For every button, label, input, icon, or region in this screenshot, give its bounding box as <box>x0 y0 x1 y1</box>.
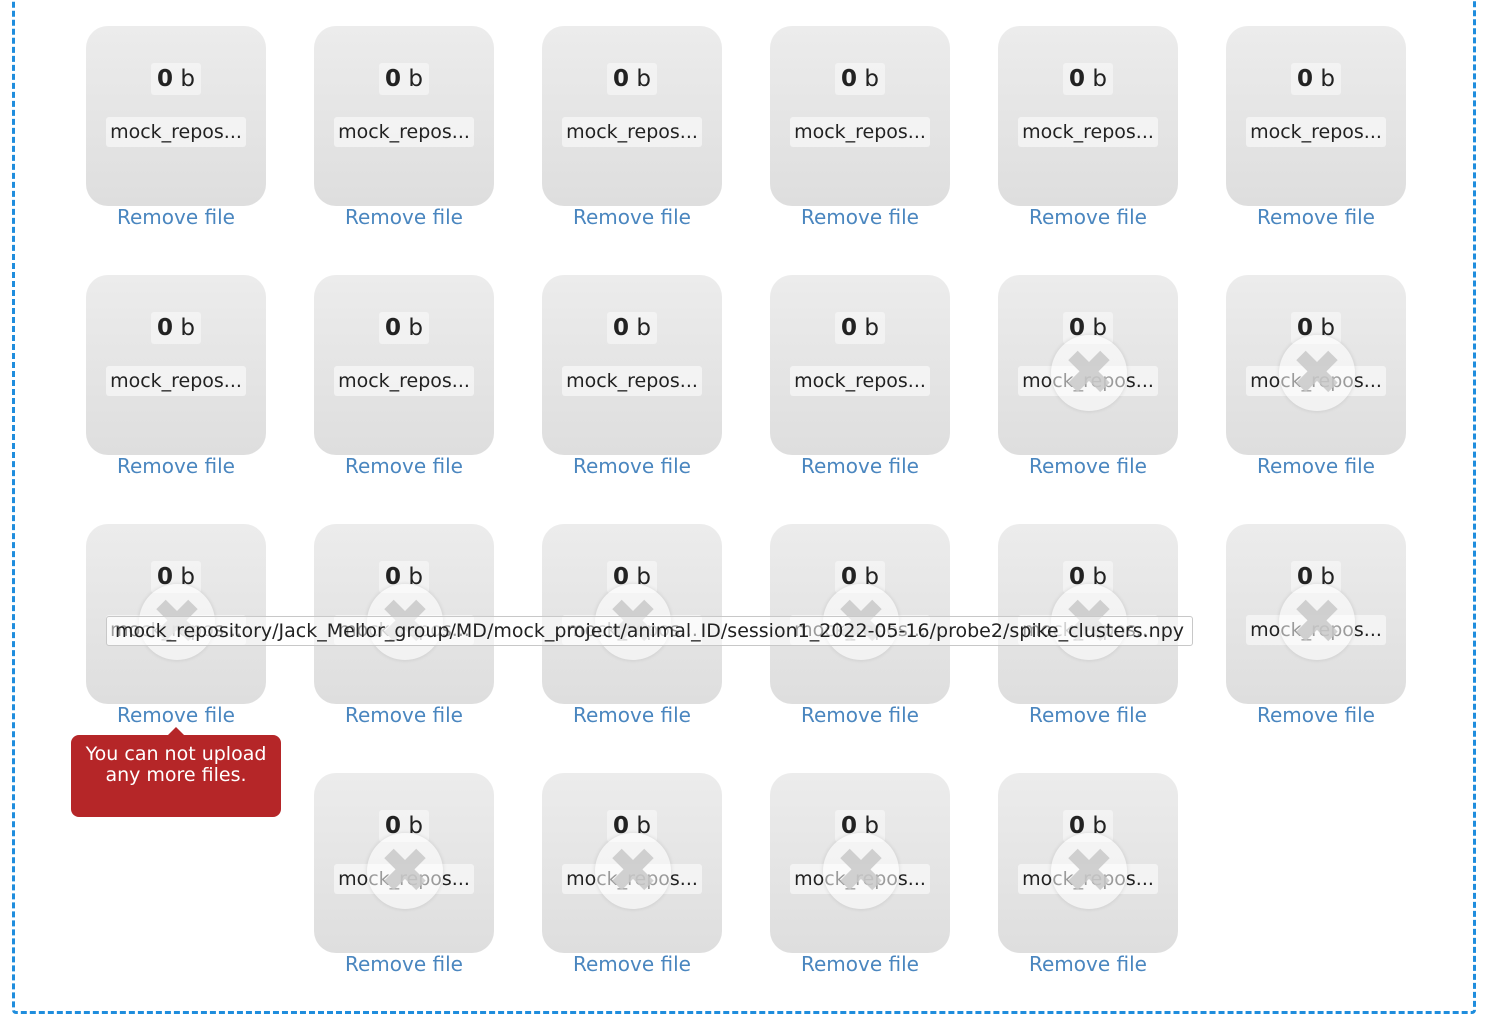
file-size: 0 b <box>607 63 657 95</box>
max-files-error-tooltip: You can not upload any more files. <box>71 727 281 817</box>
file-name: mock_repos... <box>562 366 702 396</box>
file-size: 0 b <box>835 63 885 95</box>
file-preview: 0 b mock_repos... Remove file <box>86 26 266 246</box>
remove-file-link[interactable]: Remove file <box>314 453 494 479</box>
file-thumbnail: 0 bmock_repos...✖ <box>998 275 1178 455</box>
file-thumbnail: 0 bmock_repos...✖ <box>998 524 1178 704</box>
file-thumbnail: 0 bmock_repos...✖ <box>542 524 722 704</box>
file-preview: 0 b mock_repos... Remove file <box>998 26 1178 246</box>
remove-file-link[interactable]: Remove file <box>998 702 1178 728</box>
file-name: mock_repos... <box>562 117 702 147</box>
file-size: 0 b <box>379 312 429 344</box>
file-preview: 0 b mock_repos... Remove file <box>542 275 722 495</box>
file-thumbnail: 0 bmock_repos...✖ <box>770 773 950 953</box>
file-size: 0 b <box>1063 63 1113 95</box>
error-x-icon: ✖ <box>823 833 899 909</box>
file-thumbnail: 0 bmock_repos...✖ <box>314 524 494 704</box>
file-name: mock_repos... <box>106 117 246 147</box>
file-size: 0 b <box>1291 63 1341 95</box>
file-thumbnail: 0 b mock_repos... <box>770 275 950 455</box>
remove-file-link[interactable]: Remove file <box>542 702 722 728</box>
remove-file-link[interactable]: Remove file <box>542 204 722 230</box>
file-preview: 0 b mock_repos... Remove file <box>770 26 950 246</box>
remove-file-link[interactable]: Remove file <box>770 204 950 230</box>
remove-file-link[interactable]: Remove file <box>542 453 722 479</box>
file-thumbnail: 0 b mock_repos... <box>542 26 722 206</box>
file-preview: 0 b mock_repos... Remove file <box>542 26 722 246</box>
file-preview: 0 bmock_repos...✖Remove file <box>998 275 1178 495</box>
file-name-tooltip: mock_repository/Jack_Mellor_group/MD/moc… <box>106 616 1194 646</box>
file-thumbnail: 0 bmock_repos...✖ <box>1226 524 1406 704</box>
file-thumbnail: 0 b mock_repos... <box>314 275 494 455</box>
file-preview: 0 bmock_repos...✖Remove file <box>998 773 1178 993</box>
error-x-icon: ✖ <box>595 833 671 909</box>
file-thumbnail: 0 bmock_repos...✖ <box>998 773 1178 953</box>
file-thumbnail: 0 bmock_repos...✖ <box>542 773 722 953</box>
remove-file-link[interactable]: Remove file <box>542 951 722 977</box>
remove-file-link[interactable]: Remove file <box>86 204 266 230</box>
remove-file-link[interactable]: Remove file <box>314 702 494 728</box>
remove-file-link[interactable]: Remove file <box>314 204 494 230</box>
file-thumbnail: 0 b mock_repos... <box>1226 26 1406 206</box>
remove-file-link[interactable]: Remove file <box>770 453 950 479</box>
file-thumbnail: 0 b mock_repos... <box>86 275 266 455</box>
file-thumbnail: 0 b mock_repos... <box>86 26 266 206</box>
file-preview: 0 bmock_repos...✖Remove file <box>1226 524 1406 744</box>
file-preview: 0 b mock_repos... Remove file <box>1226 26 1406 246</box>
file-thumbnail: 0 bmock_repos...✖ <box>1226 275 1406 455</box>
remove-file-link[interactable]: Remove file <box>314 951 494 977</box>
file-preview: 0 bmock_repos...✖Remove file <box>770 773 950 993</box>
file-preview: 0 b mock_repos... Remove file <box>314 275 494 495</box>
file-size: 0 b <box>151 312 201 344</box>
file-size: 0 b <box>835 312 885 344</box>
file-thumbnail: 0 bmock_repos...✖ <box>314 773 494 953</box>
error-x-icon: ✖ <box>1051 833 1127 909</box>
remove-file-link[interactable]: Remove file <box>998 951 1178 977</box>
file-name: mock_repos... <box>334 366 474 396</box>
file-name: mock_repos... <box>790 117 930 147</box>
remove-file-link[interactable]: Remove file <box>770 702 950 728</box>
remove-file-link[interactable]: Remove file <box>998 204 1178 230</box>
remove-file-link[interactable]: Remove file <box>998 453 1178 479</box>
file-thumbnail: 0 b mock_repos... <box>314 26 494 206</box>
remove-file-link[interactable]: Remove file <box>1226 702 1406 728</box>
file-size: 0 b <box>151 63 201 95</box>
file-thumbnail: 0 bmock_repos...✖ <box>770 524 950 704</box>
error-x-icon: ✖ <box>1279 584 1355 660</box>
file-preview: 0 bmock_repos...✖Remove file <box>542 773 722 993</box>
remove-file-link[interactable]: Remove file <box>86 702 266 728</box>
file-preview: 0 b mock_repos... Remove file <box>314 26 494 246</box>
error-x-icon: ✖ <box>1279 335 1355 411</box>
file-name: mock_repos... <box>106 366 246 396</box>
file-preview: 0 b mock_repos... Remove file <box>86 275 266 495</box>
remove-file-link[interactable]: Remove file <box>1226 204 1406 230</box>
file-thumbnail: 0 b mock_repos... <box>770 26 950 206</box>
remove-file-link[interactable]: Remove file <box>86 453 266 479</box>
file-name: mock_repos... <box>1246 117 1386 147</box>
error-x-icon: ✖ <box>367 833 443 909</box>
file-preview: 0 bmock_repos...✖Remove file <box>1226 275 1406 495</box>
file-preview: 0 bmock_repos...✖Remove file <box>314 773 494 993</box>
remove-file-link[interactable]: Remove file <box>1226 453 1406 479</box>
error-x-icon: ✖ <box>1051 335 1127 411</box>
file-name: mock_repos... <box>790 366 930 396</box>
file-thumbnail: 0 b mock_repos... <box>998 26 1178 206</box>
file-name: mock_repos... <box>1018 117 1158 147</box>
file-preview: 0 b mock_repos... Remove file <box>770 275 950 495</box>
file-size: 0 b <box>379 63 429 95</box>
file-size: 0 b <box>607 312 657 344</box>
file-name: mock_repos... <box>334 117 474 147</box>
remove-file-link[interactable]: Remove file <box>770 951 950 977</box>
file-thumbnail: 0 bmock_repos...✖ <box>86 524 266 704</box>
file-thumbnail: 0 b mock_repos... <box>542 275 722 455</box>
